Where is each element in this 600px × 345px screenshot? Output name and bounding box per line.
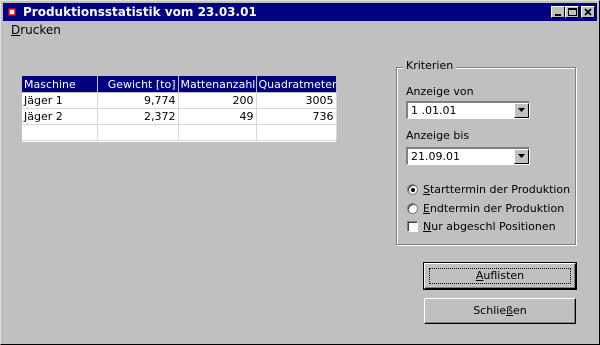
anzeige-von-dropdown-button[interactable] xyxy=(514,103,529,118)
table-row[interactable] xyxy=(22,124,337,141)
radio-button-checked[interactable] xyxy=(407,184,418,195)
auflisten-button[interactable]: Auflisten xyxy=(423,262,577,290)
checkbox-nur-abgeschl-label: Nur abgeschl Positionen xyxy=(423,220,556,233)
main-window: Produktionsstatistik vom 23.03.01 Drucke… xyxy=(0,0,600,345)
radio-endtermin-mnemonic: E xyxy=(423,202,430,215)
table-cell[interactable]: Jäger 2 xyxy=(22,108,98,125)
column-header[interactable]: Quadratmeter xyxy=(256,76,337,93)
minimize-icon[interactable] xyxy=(551,6,565,18)
anzeige-bis-value: 21.09.01 xyxy=(411,150,460,163)
menu-bar: Drucken xyxy=(7,22,65,38)
radio-starttermin-label: Starttermin der Produktion xyxy=(423,183,570,196)
table-cell[interactable]: 200 xyxy=(178,92,257,109)
radio-starttermin-text: tarttermin der Produktion xyxy=(429,183,571,196)
table-cell[interactable]: 2,372 xyxy=(97,108,179,125)
anzeige-von-value: 1 .01.01 xyxy=(411,104,457,117)
criteria-group-title: Kriterien xyxy=(403,59,457,72)
maximize-icon[interactable] xyxy=(565,6,579,18)
anzeige-bis-dropdown-button[interactable] xyxy=(514,149,529,164)
table-cell[interactable]: 49 xyxy=(178,108,257,125)
table-header-row: Maschine Gewicht [to] Mattenanzahl Quadr… xyxy=(22,76,337,93)
app-icon[interactable] xyxy=(6,6,18,18)
radio-starttermin-mnemonic: S xyxy=(423,183,430,196)
schliessen-button[interactable]: Schließen xyxy=(424,298,576,324)
schliessen-mnemonic: ß xyxy=(506,304,514,317)
table-cell[interactable]: 3005 xyxy=(256,92,337,109)
radio-dot xyxy=(411,188,415,192)
checkbox-nur-mnemonic: N xyxy=(423,220,432,233)
table-row[interactable]: Jäger 2 2,372 49 736 xyxy=(22,108,337,125)
table-row[interactable]: Jäger 1 9,774 200 3005 xyxy=(22,92,337,109)
column-header[interactable]: Gewicht [to] xyxy=(97,76,179,93)
table-cell[interactable] xyxy=(256,124,337,141)
table-cell[interactable]: 736 xyxy=(256,108,337,125)
anzeige-von-label: Anzeige von xyxy=(406,85,474,98)
anzeige-bis-label: Anzeige bis xyxy=(406,129,470,142)
anzeige-von-dropdown[interactable]: 1 .01.01 xyxy=(406,101,530,119)
schliessen-label-pre: Schlie xyxy=(473,304,507,317)
radio-button[interactable] xyxy=(407,203,418,214)
radio-endtermin-text: ndtermin der Produktion xyxy=(429,202,565,215)
title-bar[interactable]: Produktionsstatistik vom 23.03.01 xyxy=(3,3,597,21)
menu-drucken[interactable]: Drucken xyxy=(7,22,65,38)
checkbox[interactable] xyxy=(407,221,418,232)
auflisten-label: uflisten xyxy=(483,269,525,282)
schliessen-label-rest: en xyxy=(513,304,527,317)
checkbox-nur-text: ur abgeschl Positionen xyxy=(431,220,556,233)
column-header[interactable]: Mattenanzahl xyxy=(178,76,257,93)
menu-drucken-label: rucken xyxy=(20,23,61,37)
menu-drucken-mnemonic: D xyxy=(11,23,21,37)
statistics-table[interactable]: Maschine Gewicht [to] Mattenanzahl Quadr… xyxy=(22,76,337,142)
table-cell[interactable] xyxy=(97,124,179,141)
chevron-down-icon xyxy=(518,108,525,112)
table-cell[interactable]: Jäger 1 xyxy=(22,92,98,109)
table-cell[interactable]: 9,774 xyxy=(97,92,179,109)
table-cell[interactable] xyxy=(178,124,257,141)
column-header[interactable]: Maschine xyxy=(22,76,98,93)
table-cell[interactable] xyxy=(22,124,98,141)
window-title: Produktionsstatistik vom 23.03.01 xyxy=(23,5,257,19)
close-icon[interactable] xyxy=(581,6,595,18)
chevron-down-icon xyxy=(518,154,525,158)
radio-endtermin-label: Endtermin der Produktion xyxy=(423,202,564,215)
anzeige-bis-dropdown[interactable]: 21.09.01 xyxy=(406,147,530,165)
